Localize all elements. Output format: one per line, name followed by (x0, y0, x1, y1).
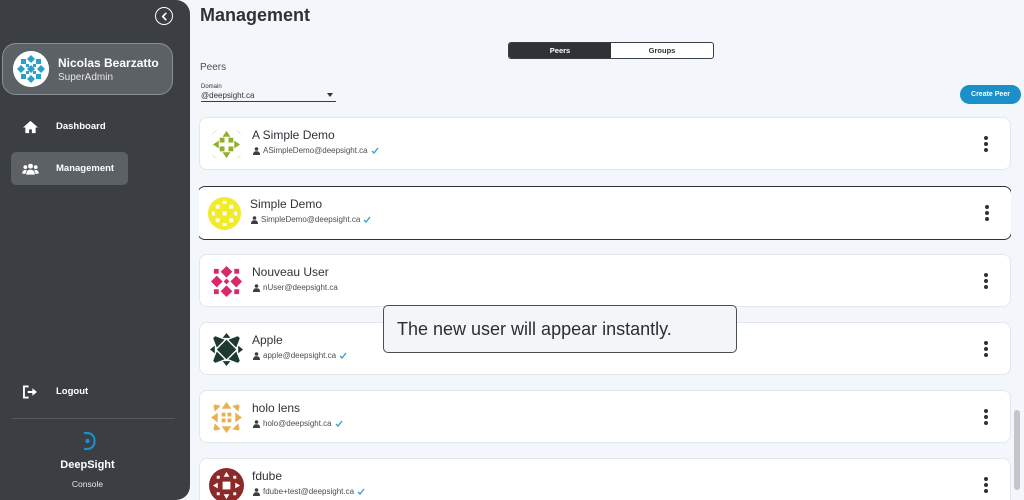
person-icon (253, 351, 260, 360)
home-icon (23, 120, 38, 133)
peer-email-row: holo@deepsight.ca (253, 419, 343, 428)
peer-email: ASimpleDemo@deepsight.ca (263, 146, 368, 155)
peer-email: holo@deepsight.ca (263, 419, 332, 428)
identicon-icon (207, 196, 242, 231)
more-options-button[interactable] (982, 136, 990, 154)
user-name: Nicolas Bearzatto (58, 55, 159, 70)
person-icon (253, 283, 260, 292)
verified-check-icon (371, 147, 379, 154)
domain-value: @deepsight.ca (201, 91, 255, 100)
brand: DeepSight Console (0, 431, 175, 489)
peer-name: Simple Demo (250, 197, 323, 211)
sidebar: Nicolas Bearzatto SuperAdmin Dashboard M… (0, 0, 190, 500)
brand-subtitle: Console (71, 479, 104, 489)
identicon-icon (13, 51, 49, 87)
user-avatar (13, 51, 49, 87)
more-options-button[interactable] (982, 341, 990, 359)
create-peer-button[interactable]: Create Peer (960, 85, 1021, 104)
peer-avatar (209, 400, 244, 435)
peer-name: Apple (252, 333, 283, 347)
user-profile-card[interactable]: Nicolas Bearzatto SuperAdmin (2, 43, 173, 95)
peer-name: fdube (252, 469, 283, 483)
user-role: SuperAdmin (58, 71, 114, 83)
domain-label: Domain (201, 84, 222, 90)
scrollbar-thumb[interactable] (1014, 410, 1020, 490)
sidebar-item-label: Management (56, 163, 115, 174)
brand-name: DeepSight (60, 459, 115, 471)
peer-card[interactable]: Simple Demo SimpleDemo@deepsight.ca (199, 186, 1011, 240)
peer-avatar (209, 264, 244, 299)
tab-peers[interactable]: Peers (509, 43, 611, 58)
more-options-button[interactable] (982, 273, 990, 291)
peer-name: A Simple Demo (252, 128, 335, 142)
peer-avatar (209, 468, 244, 500)
person-icon (253, 419, 260, 428)
more-options-button[interactable] (982, 477, 990, 495)
peer-card[interactable]: fdube fdube+test@deepsight.ca (199, 458, 1011, 500)
peer-email-row: fdube+test@deepsight.ca (253, 487, 365, 496)
verified-check-icon (335, 420, 343, 427)
peer-name: holo lens (252, 401, 301, 415)
tab-groups[interactable]: Groups (611, 43, 713, 58)
peer-avatar (209, 127, 244, 162)
identicon-icon (209, 468, 244, 500)
identicon-icon (209, 400, 244, 435)
peer-email: fdube+test@deepsight.ca (263, 487, 355, 496)
collapse-sidebar-button[interactable] (155, 7, 173, 25)
peer-name: Nouveau User (252, 265, 329, 279)
view-toggle: Peers Groups (508, 42, 714, 59)
person-icon (251, 215, 258, 224)
peer-card[interactable]: holo lens holo@deepsight.ca (199, 390, 1011, 443)
domain-select[interactable]: Domain @deepsight.ca (201, 84, 336, 102)
logout-button[interactable]: Logout (11, 375, 128, 408)
verified-check-icon (339, 352, 347, 359)
peer-email-row: nUser@deepsight.ca (253, 283, 338, 292)
identicon-icon (209, 264, 244, 299)
peer-email-row: SimpleDemo@deepsight.ca (251, 215, 371, 224)
peer-avatar (207, 196, 242, 231)
sidebar-divider (12, 418, 175, 419)
person-icon (253, 146, 260, 155)
peer-card[interactable]: A Simple Demo ASimpleDemo@deepsight.ca (199, 117, 1011, 170)
section-label: Peers (200, 62, 227, 73)
verified-check-icon (363, 216, 371, 223)
identicon-icon (209, 127, 244, 162)
peer-email: SimpleDemo@deepsight.ca (261, 215, 361, 224)
sidebar-item-management[interactable]: Management (11, 152, 128, 185)
sidebar-item-label: Dashboard (56, 121, 106, 132)
chevron-left-icon (161, 12, 167, 20)
sidebar-item-dashboard[interactable]: Dashboard (11, 110, 128, 143)
identicon-icon (209, 332, 244, 367)
peer-email-row: apple@deepsight.ca (253, 351, 347, 360)
peer-email-row: ASimpleDemo@deepsight.ca (253, 146, 379, 155)
peer-avatar (209, 332, 244, 367)
logout-icon (23, 384, 38, 399)
more-options-button[interactable] (982, 409, 990, 427)
page-title: Management (200, 5, 311, 25)
more-options-button[interactable] (983, 205, 991, 223)
peer-email: apple@deepsight.ca (263, 351, 337, 360)
users-icon (22, 163, 39, 175)
person-icon (253, 487, 260, 496)
peer-card[interactable]: Nouveau User nUser@deepsight.ca (199, 254, 1011, 307)
caret-down-icon (327, 93, 333, 97)
logout-label: Logout (56, 386, 89, 397)
tutorial-tooltip: The new user will appear instantly. (383, 305, 737, 353)
deepsight-logo-icon (83, 431, 96, 451)
peer-email: nUser@deepsight.ca (263, 283, 338, 292)
verified-check-icon (357, 488, 365, 495)
